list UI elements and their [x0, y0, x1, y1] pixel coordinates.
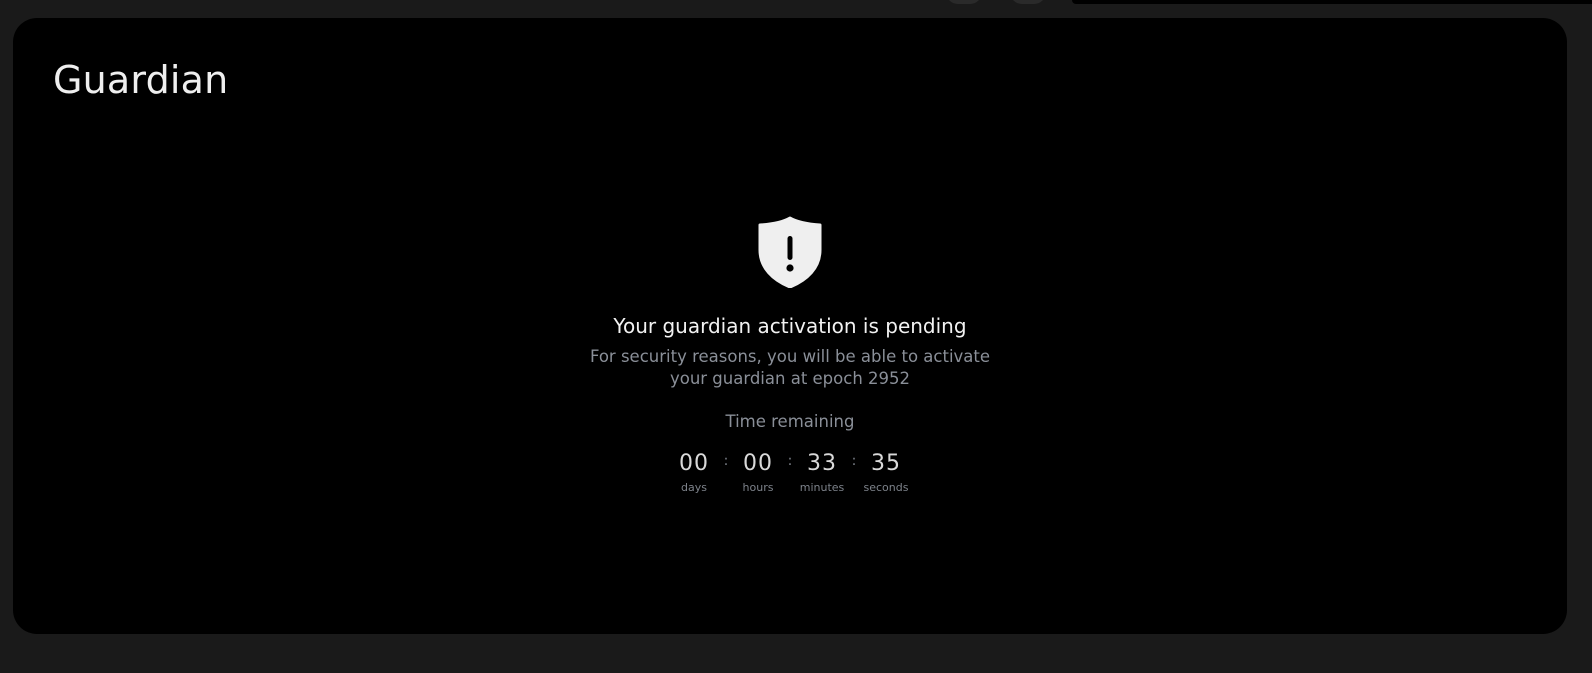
countdown-hours-label: hours [742, 481, 774, 494]
countdown-timer: 00 days : 00 hours : 33 minutes : 35 sec… [669, 451, 911, 494]
top-header-bar-remnant [1072, 0, 1592, 4]
guardian-card: Guardian Your guardian activation is pen… [13, 18, 1567, 634]
countdown-seconds-label: seconds [863, 481, 909, 494]
countdown-hours-value: 00 [743, 451, 773, 476]
app-page: Guardian Your guardian activation is pen… [0, 0, 1592, 673]
time-remaining-label: Time remaining [725, 412, 855, 431]
countdown-separator: : [851, 453, 857, 469]
countdown-seconds-value: 35 [871, 451, 901, 476]
countdown-separator: : [723, 453, 729, 469]
shield-alert-icon [758, 216, 822, 288]
page-title: Guardian [53, 58, 229, 102]
countdown-seconds: 35 seconds [861, 451, 911, 494]
countdown-minutes: 33 minutes [797, 451, 847, 494]
countdown-days-value: 00 [679, 451, 709, 476]
pending-status: Your guardian activation is pending For … [13, 216, 1567, 494]
pending-headline: Your guardian activation is pending [613, 314, 967, 338]
countdown-days-label: days [681, 481, 707, 494]
top-header-button-remnant[interactable] [946, 0, 982, 4]
countdown-days: 00 days [669, 451, 719, 494]
top-header-button-remnant[interactable] [1010, 0, 1046, 4]
countdown-separator: : [787, 453, 793, 469]
countdown-hours: 00 hours [733, 451, 783, 494]
countdown-minutes-label: minutes [799, 481, 845, 494]
pending-description: For security reasons, you will be able t… [589, 347, 991, 388]
countdown-minutes-value: 33 [807, 451, 837, 476]
